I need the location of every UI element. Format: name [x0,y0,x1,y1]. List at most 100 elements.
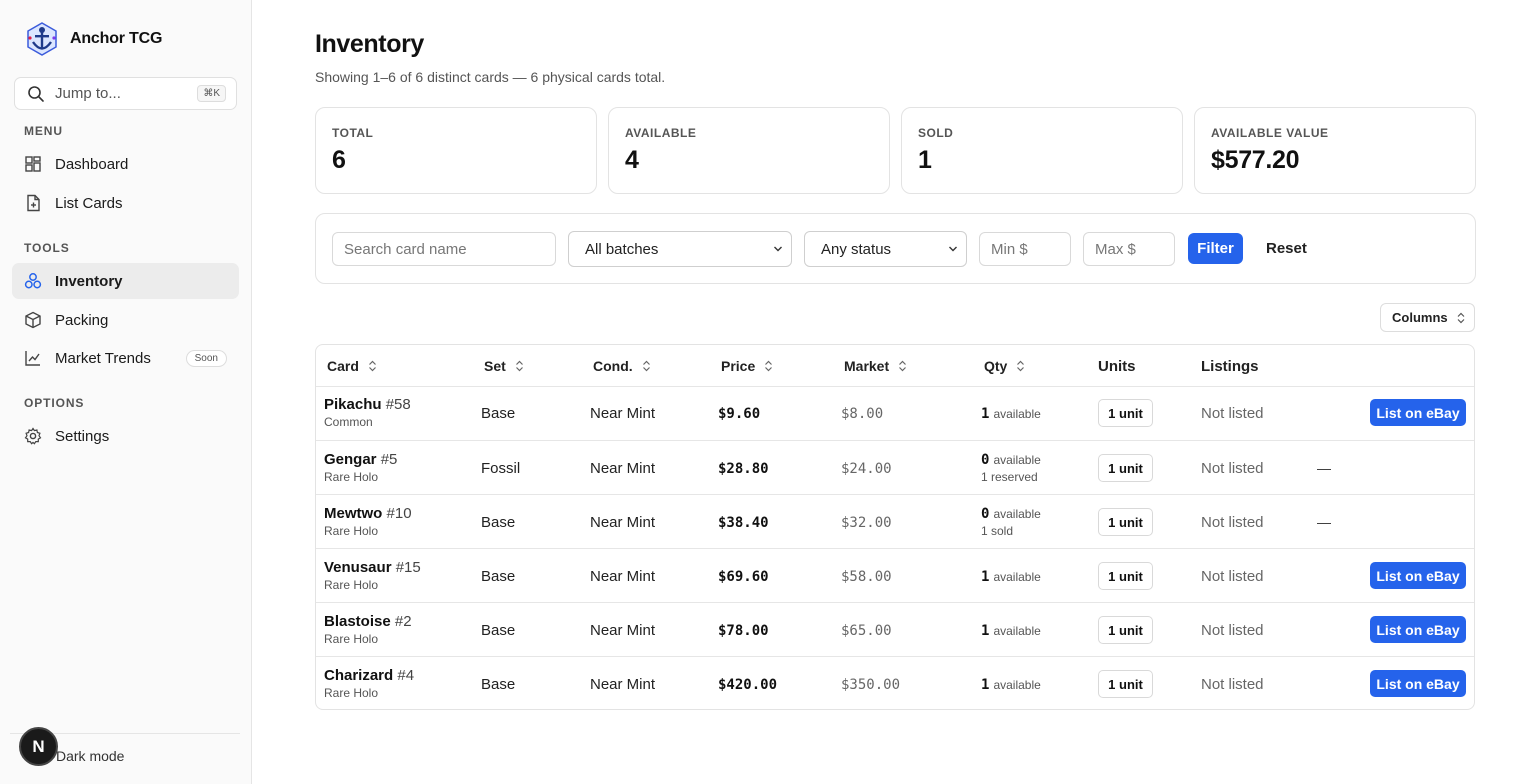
status-select[interactable]: Any status [804,231,967,267]
card-name: Mewtwo [324,505,383,522]
card-cell[interactable]: Venusaur #15 Rare Holo [324,559,421,592]
list-on-ebay-button[interactable]: List on eBay [1370,562,1466,589]
sidebar-item-list-cards[interactable]: List Cards [12,185,239,221]
stat-card-available-value: AVAILABLE VALUE $577.20 [1194,107,1476,194]
price-cell: $28.80 [718,461,769,477]
list-on-ebay-button[interactable]: List on eBay [1370,399,1466,426]
set-cell: Base [481,676,516,693]
stat-label: SOLD [918,126,954,140]
qty-detail: 1 sold [981,524,1014,538]
min-price-input[interactable]: Min $ [979,232,1071,266]
set-cell: Base [481,568,516,585]
listing-status: Not listed [1201,460,1264,477]
listing-status: Not listed [1201,676,1264,693]
sort-toggle-icon [1457,312,1465,323]
gear-icon [24,427,42,445]
filter-button[interactable]: Filter [1188,233,1243,264]
no-action-dash: — [1317,460,1331,476]
jump-to-search[interactable]: Jump to... ⌘K [14,77,237,110]
qty-label: available [993,507,1041,521]
set-cell: Fossil [481,460,521,477]
market-cell: $32.00 [841,515,892,531]
column-header-card[interactable]: Card [327,358,377,374]
section-options: OPTIONS [24,396,85,410]
stat-card-total: TOTAL 6 [315,107,597,194]
sidebar-item-label: Packing [55,311,109,329]
table-row[interactable]: Venusaur #15 Rare Holo Base Near Mint $6… [316,548,1474,602]
qty-cell: 1 available [981,405,1041,422]
table-row[interactable]: Mewtwo #10 Rare Holo Base Near Mint $38.… [316,494,1474,548]
sidebar-item-market-trends[interactable]: Market Trends Soon [12,340,239,376]
column-header-set[interactable]: Set [484,358,524,374]
card-cell[interactable]: Blastoise #2 Rare Holo [324,613,412,646]
sidebar-item-settings[interactable]: Settings [12,418,239,454]
table-row[interactable]: Charizard #4 Rare Holo Base Near Mint $4… [316,656,1474,709]
sort-icon [368,360,376,372]
condition-cell: Near Mint [590,622,656,639]
column-header-label: Qty [984,358,1008,374]
card-search-input[interactable]: Search card name [332,232,556,266]
column-header-label: Set [484,358,506,374]
list-on-ebay-button[interactable]: List on eBay [1370,616,1466,643]
dashboard-icon [25,156,41,172]
qty-value: 0 [981,452,990,468]
column-header-price[interactable]: Price [721,358,773,374]
units-button[interactable]: 1 unit [1098,670,1153,698]
inventory-table: Card Set Cond. Price Market Qty Units Li… [315,344,1475,710]
brand[interactable]: Anchor TCG [24,21,162,57]
section-tools: TOOLS [24,241,70,255]
sort-icon [765,360,773,372]
columns-label: Columns [1392,310,1448,325]
card-rarity: Rare Holo [324,686,379,700]
columns-button[interactable]: Columns [1380,303,1475,332]
price-cell: $9.60 [718,406,761,422]
table-row[interactable]: Blastoise #2 Rare Holo Base Near Mint $7… [316,602,1474,656]
price-cell: $420.00 [718,677,778,693]
dark-mode-toggle[interactable]: Dark mode [56,748,124,764]
qty-label: available [993,570,1041,584]
list-on-ebay-button[interactable]: List on eBay [1370,670,1466,697]
card-cell[interactable]: Pikachu #58 Common [324,396,411,429]
column-header-label: Market [844,358,890,374]
card-number: #5 [380,451,398,468]
card-number: #10 [386,505,412,522]
stat-card-available: AVAILABLE 4 [608,107,890,194]
units-button[interactable]: 1 unit [1098,454,1153,482]
status-select-value: Any status [821,240,892,258]
sidebar: Anchor TCG Jump to... ⌘K MENU Dashboard … [0,0,252,784]
card-rarity: Rare Holo [324,632,379,646]
card-cell[interactable]: Mewtwo #10 Rare Holo [324,505,412,538]
qty-cell: 0 available 1 sold [981,505,1041,538]
sidebar-item-dashboard[interactable]: Dashboard [12,146,239,182]
sidebar-item-label: Market Trends [55,349,151,367]
batch-select[interactable]: All batches [568,231,792,267]
sidebar-item-label: Inventory [55,272,123,290]
reset-button[interactable]: Reset [1266,240,1307,257]
sidebar-item-inventory[interactable]: Inventory [12,263,239,299]
qty-value: 1 [981,569,990,585]
column-header-units: Units [1098,358,1136,375]
stat-label: AVAILABLE [625,126,697,140]
table-row[interactable]: Gengar #5 Rare Holo Fossil Near Mint $28… [316,440,1474,494]
max-price-input[interactable]: Max $ [1083,232,1175,266]
sidebar-item-packing[interactable]: Packing [12,302,239,338]
units-button[interactable]: 1 unit [1098,616,1153,644]
column-header-market[interactable]: Market [844,358,907,374]
qty-label: available [993,407,1041,421]
avatar[interactable]: N [19,727,58,766]
card-cell[interactable]: Charizard #4 Rare Holo [324,667,414,700]
table-row[interactable]: Pikachu #58 Common Base Near Mint $9.60 … [316,386,1474,440]
listing-status: Not listed [1201,622,1264,639]
condition-cell: Near Mint [590,514,656,531]
batch-select-value: All batches [585,240,659,258]
units-button[interactable]: 1 unit [1098,399,1153,427]
card-cell[interactable]: Gengar #5 Rare Holo [324,451,397,484]
column-header-qty[interactable]: Qty [984,358,1025,374]
qty-cell: 0 available 1 reserved [981,451,1041,484]
jump-to-label: Jump to... [55,85,121,102]
qty-detail: 1 reserved [981,470,1038,484]
units-button[interactable]: 1 unit [1098,508,1153,536]
column-header-condition[interactable]: Cond. [593,358,651,374]
stat-value: 4 [625,146,639,174]
units-button[interactable]: 1 unit [1098,562,1153,590]
